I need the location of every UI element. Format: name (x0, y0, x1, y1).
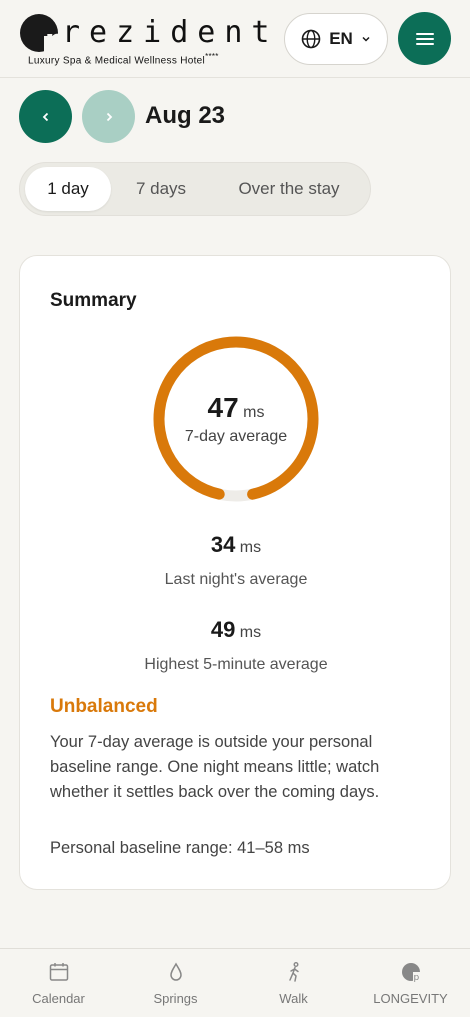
logo-wordmark: rezident (62, 15, 279, 50)
language-label: EN (329, 29, 353, 48)
nav-walk[interactable]: Walk (235, 959, 352, 1015)
tab-7-days[interactable]: 7 days (118, 167, 204, 211)
nav-label: LONGEVITY (373, 991, 448, 1006)
hamburger-icon (415, 32, 434, 45)
tab-1-day[interactable]: 1 day (25, 167, 111, 211)
metric-unit: ms (239, 624, 262, 641)
globe-icon (301, 29, 321, 49)
nav-springs[interactable]: Springs (117, 959, 234, 1015)
menu-button[interactable] (398, 12, 451, 65)
calendar-icon (49, 963, 68, 981)
hotel-logo[interactable]: p rezident Luxury Spa & Medical Wellness… (20, 14, 270, 67)
metric-value: 49 (210, 617, 236, 642)
metric-value: 34 (210, 532, 236, 557)
summary-title: Summary (50, 290, 137, 311)
svg-text:p: p (413, 973, 419, 983)
metric-label: Highest 5-minute average (144, 656, 328, 673)
gauge-caption: 7-day average (184, 428, 288, 445)
last-night-metric: 34 ms (20, 532, 452, 558)
language-selector[interactable]: EN (284, 13, 388, 65)
metric-label: Last night's average (164, 571, 308, 588)
status-label: Unbalanced (50, 696, 158, 717)
walk-icon (288, 962, 299, 982)
gauge-value: 47 ms (151, 392, 321, 424)
gauge-number: 47 (207, 392, 239, 423)
longevity-logo-icon: p (401, 963, 421, 983)
next-day-button[interactable] (82, 90, 135, 143)
status-description: Your 7-day average is outside your perso… (50, 733, 380, 801)
baseline-range: Personal baseline range: 41–58 ms (50, 839, 310, 857)
nav-calendar[interactable]: Calendar (0, 959, 117, 1015)
drop-icon (169, 962, 182, 981)
highest-metric: 49 ms (20, 617, 452, 643)
current-date: Aug 23 (145, 102, 226, 129)
logo-tagline: Luxury Spa & Medical Wellness Hotel**** (28, 52, 219, 67)
nav-label: Calendar (32, 991, 85, 1006)
nav-longevity[interactable]: p LONGEVITY (352, 959, 469, 1015)
range-tabs: 1 day 7 days Over the stay (19, 162, 371, 216)
chevron-down-icon (362, 36, 370, 42)
chevron-right-icon (106, 112, 112, 121)
nav-label: Springs (153, 991, 198, 1006)
app-header: p rezident Luxury Spa & Medical Wellness… (0, 0, 470, 78)
summary-card: Summary 47 ms 7-day average 34 ms Last n… (19, 255, 451, 890)
metric-unit: ms (239, 539, 262, 556)
bottom-nav: Calendar Springs Walk p LONGEVITY (0, 948, 470, 1017)
nav-label: Walk (279, 991, 308, 1006)
chevron-left-icon (42, 112, 48, 121)
tab-over-the-stay[interactable]: Over the stay (216, 167, 362, 211)
previous-day-button[interactable] (19, 90, 72, 143)
gauge-unit: ms (243, 404, 265, 421)
